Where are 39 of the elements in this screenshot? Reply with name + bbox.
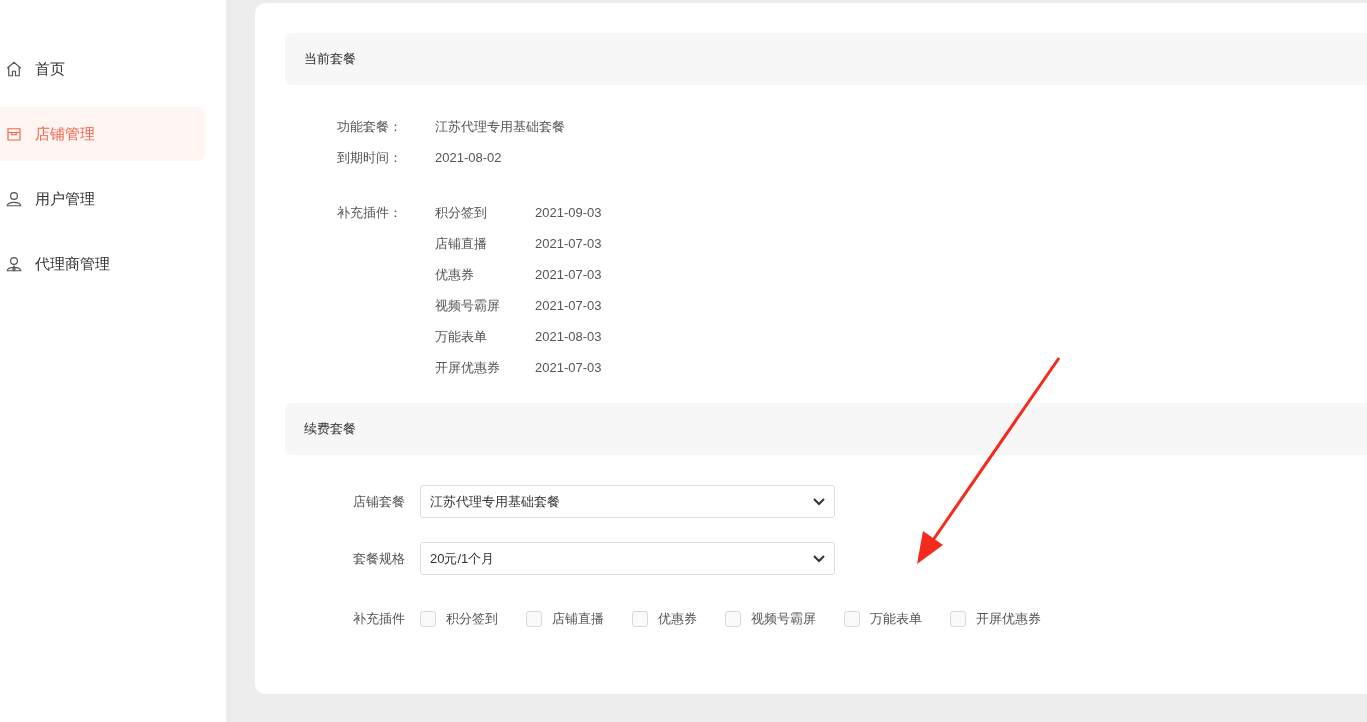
plugin-expiry-date: 2021-07-03	[535, 265, 602, 284]
plugin-name: 开屏优惠券	[435, 358, 501, 377]
field-value: 江苏代理专用基础套餐	[435, 117, 565, 136]
chevron-down-icon	[813, 554, 825, 563]
plugin-name: 万能表单	[435, 327, 488, 346]
plugin-name: 视频号霸屏	[435, 296, 501, 315]
plugin-checkbox[interactable]: 积分签到	[420, 609, 498, 629]
plugin-expiry-date: 2021-09-03	[535, 203, 602, 222]
sidebar-item[interactable]: 首页	[0, 42, 205, 96]
plugin-expiry-date: 2021-07-03	[535, 358, 602, 377]
plugin-name: 优惠券	[435, 265, 475, 284]
select-dropdown[interactable]: 江苏代理专用基础套餐	[420, 485, 835, 518]
plugin-expiry-date: 2021-07-03	[535, 296, 602, 315]
section-header: 续费套餐	[285, 403, 1367, 455]
plugin-checkbox[interactable]: 优惠券	[632, 609, 697, 629]
plugin-checkbox[interactable]: 视频号霸屏	[725, 609, 816, 629]
form-label: 补充插件	[352, 610, 406, 628]
store-icon	[5, 125, 23, 143]
plugin-name: 店铺直播	[435, 234, 488, 253]
plugin-expiry-date: 2021-07-03	[535, 234, 602, 253]
form-label: 店铺套餐	[352, 492, 406, 511]
user-icon	[5, 190, 23, 208]
select-dropdown[interactable]: 20元/1个月	[420, 542, 835, 575]
agent-icon	[5, 255, 23, 273]
form-label: 套餐规格	[352, 549, 406, 568]
plugin-checkbox[interactable]: 开屏优惠券	[950, 609, 1041, 629]
home-icon	[5, 60, 23, 78]
plugin-expiry-date: 2021-08-03	[535, 327, 602, 346]
sidebar-item[interactable]: 用户管理	[0, 172, 205, 226]
field-label: 到期时间：	[337, 148, 403, 167]
plugin-name: 积分签到	[435, 203, 488, 222]
plugin-checkbox[interactable]: 万能表单	[844, 609, 922, 629]
field-label: 补充插件：	[337, 204, 403, 222]
chevron-down-icon	[813, 497, 825, 506]
section-header: 当前套餐	[285, 33, 1367, 85]
sidebar-item[interactable]: 代理商管理	[0, 237, 205, 291]
field-value: 2021-08-02	[435, 148, 502, 167]
plugin-checkbox[interactable]: 店铺直播	[526, 609, 604, 629]
field-label: 功能套餐：	[337, 117, 403, 136]
